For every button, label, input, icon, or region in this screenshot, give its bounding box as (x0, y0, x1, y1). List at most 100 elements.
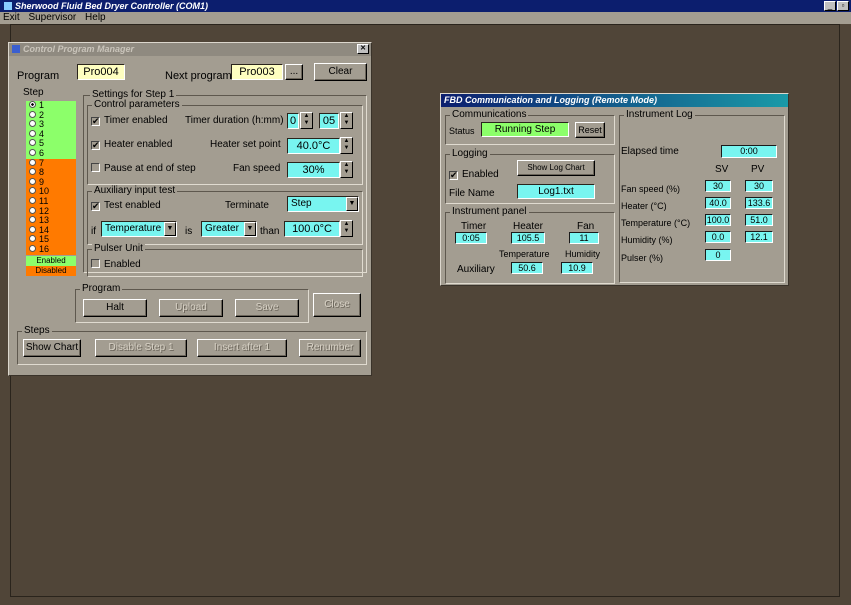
step-radio[interactable]: 13 (26, 215, 76, 226)
step-radio[interactable]: 7 (26, 157, 76, 169)
log-enabled-label: Enabled (462, 169, 499, 180)
step-radio[interactable]: 5 (26, 139, 76, 149)
test-enabled-checkbox[interactable]: ✔ Test enabled (91, 200, 161, 212)
heater-enabled-checkbox[interactable]: ✔ Heater enabled (91, 139, 172, 151)
log-title: Instrument Log (624, 109, 695, 121)
heater-setpoint-spinner[interactable]: ▲ ▼ (340, 137, 353, 154)
than-field[interactable]: 100.0°C (284, 221, 340, 237)
maximize-button[interactable]: ▫ (837, 1, 849, 11)
menu-bar: Exit Supervisor Help (0, 12, 851, 24)
fan-speed-label: Fan speed (233, 163, 281, 174)
cpm-close-button[interactable]: ✕ (357, 44, 369, 54)
pause-label: Pause at end of step (104, 163, 196, 174)
humidity-label: Humidity (565, 249, 601, 259)
log-row-label: Pulser (%) (621, 253, 664, 263)
radio-icon (29, 187, 36, 195)
halt-button[interactable]: Halt (83, 299, 147, 317)
chevron-down-icon[interactable]: ▼ (346, 197, 358, 211)
step-radio[interactable]: 16 (26, 243, 76, 255)
minimize-button[interactable]: _ (824, 1, 836, 11)
browse-program-button[interactable]: ... (285, 64, 303, 80)
timer-hours-field[interactable]: 0 (287, 113, 299, 129)
step-radio[interactable]: 10 (26, 187, 76, 197)
timer-enabled-label: Timer enabled (104, 115, 168, 126)
step-radio[interactable]: 8 (26, 167, 76, 178)
cpm-window-icon (12, 45, 20, 53)
program-field[interactable]: Pro004 (77, 64, 125, 80)
insert-after-button[interactable]: Insert after 1 (197, 339, 287, 357)
radio-icon (29, 139, 36, 147)
step-radio[interactable]: 4 (26, 129, 76, 140)
step-radio[interactable]: 1 (26, 100, 76, 111)
radio-icon (29, 158, 36, 166)
pause-checkbox[interactable]: Pause at end of step (91, 163, 196, 175)
menu-supervisor[interactable]: Supervisor (28, 12, 76, 23)
timer-minutes-spinner[interactable]: ▲ ▼ (340, 112, 353, 129)
step-radio[interactable]: 3 (26, 119, 76, 130)
elapsed-value: 0:00 (721, 145, 777, 158)
status-label: Status (449, 126, 475, 136)
if-select[interactable]: Temperature ▼ (101, 221, 177, 237)
renumber-button[interactable]: Renumber (299, 339, 361, 357)
file-name-field[interactable]: Log1.txt (517, 184, 595, 199)
terminate-select[interactable]: Step ▼ (287, 196, 359, 212)
step-radio[interactable]: 11 (26, 195, 76, 207)
menu-exit[interactable]: Exit (3, 12, 20, 23)
pulser-enabled-check (91, 259, 100, 268)
pulser-enabled-checkbox[interactable]: Enabled (91, 259, 141, 271)
logging-title: Logging (450, 148, 490, 160)
fan-speed-spinner[interactable]: ▲ ▼ (340, 161, 353, 178)
fan-speed-field[interactable]: 30% (287, 162, 340, 178)
step-radio[interactable]: 12 (26, 205, 76, 217)
timer-enabled-checkbox[interactable]: ✔ Timer enabled (91, 115, 168, 127)
log-row-sv: 30 (705, 180, 731, 192)
temperature-label: Temperature (499, 249, 550, 259)
save-button[interactable]: Save (235, 299, 299, 317)
step-number: 12 (39, 205, 50, 216)
radio-icon (29, 148, 36, 156)
step-number: 16 (39, 243, 50, 254)
reset-button[interactable]: Reset (575, 122, 605, 138)
than-spinner[interactable]: ▲ ▼ (340, 220, 353, 237)
heater-enabled-label: Heater enabled (104, 139, 173, 150)
chevron-down-icon[interactable]: ▼ (164, 222, 176, 236)
log-enabled-checkbox[interactable]: ✔ Enabled (449, 169, 499, 181)
radio-icon (29, 216, 36, 224)
timer-hours-spinner[interactable]: ▲ ▼ (300, 112, 313, 129)
show-log-chart-button[interactable]: Show Log Chart (517, 160, 595, 176)
show-chart-button[interactable]: Show Chart (23, 339, 81, 357)
steps-group-title: Steps (22, 325, 52, 337)
timer-minutes-field[interactable]: 05 (319, 113, 339, 129)
menu-help[interactable]: Help (85, 12, 106, 23)
disable-step-button[interactable]: Disable Step 1 (95, 339, 187, 357)
step-number: 15 (39, 234, 50, 245)
step-number: 11 (39, 195, 49, 206)
step-radio[interactable]: 14 (26, 225, 76, 236)
cpm-titlebar: Control Program Manager ✕ (9, 43, 371, 56)
legend-enabled: Enabled (26, 255, 76, 266)
heater-setpoint-field[interactable]: 40.0°C (287, 138, 340, 154)
log-enabled-check: ✔ (449, 170, 458, 180)
timer-value: 0:05 (455, 232, 487, 244)
pulser-title: Pulser Unit (92, 243, 145, 255)
pv-label: PV (751, 164, 765, 175)
step-radio[interactable]: 2 (26, 110, 76, 121)
step-radio[interactable]: 6 (26, 148, 76, 159)
step-number: 7 (39, 157, 45, 168)
control-params-title: Control parameters (92, 99, 182, 111)
step-number: 5 (39, 138, 45, 149)
radio-icon (29, 235, 36, 243)
auxiliary-label: Auxiliary (457, 264, 495, 275)
radio-icon (29, 129, 36, 137)
close-button[interactable]: Close (313, 293, 361, 317)
is-select[interactable]: Greater ▼ (201, 221, 257, 237)
clear-button[interactable]: Clear (314, 63, 367, 81)
upload-button[interactable]: Upload (159, 299, 223, 317)
step-radio[interactable]: 15 (26, 235, 76, 245)
panel-title: Instrument panel (450, 206, 529, 218)
step-radio[interactable]: 9 (26, 177, 76, 188)
chevron-down-icon[interactable]: ▼ (244, 222, 256, 236)
next-program-field[interactable]: Pro003 (231, 64, 283, 80)
log-row-sv: 0.0 (705, 231, 731, 243)
sv-label: SV (715, 164, 729, 175)
